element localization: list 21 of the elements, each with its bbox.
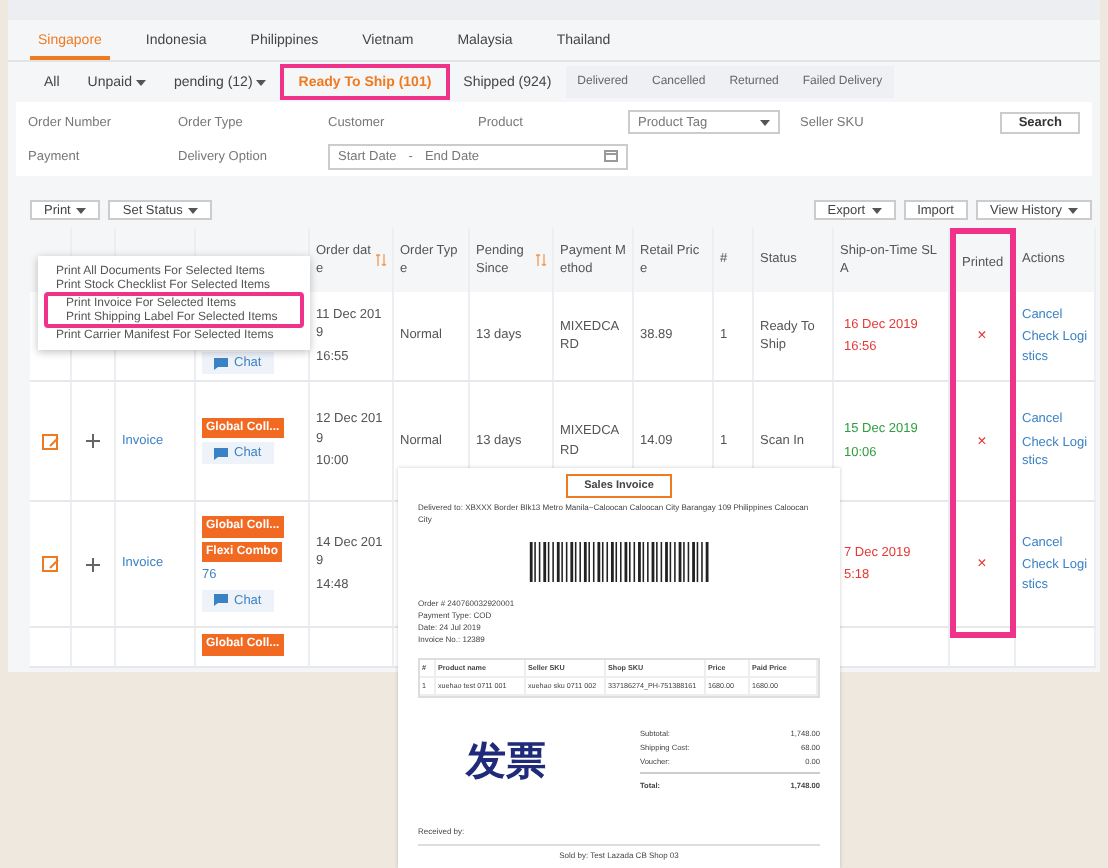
- caret-icon: [871, 207, 882, 213]
- note-icon[interactable]: [41, 433, 59, 449]
- sort-icon: [376, 254, 386, 266]
- caret-icon: [1068, 207, 1078, 213]
- caret-icon: [256, 79, 267, 85]
- plus-icon[interactable]: [86, 434, 100, 448]
- chat-icon: [214, 594, 228, 607]
- caret-icon: [76, 207, 87, 213]
- note-icon[interactable]: [41, 556, 59, 572]
- not-printed-mark: ×: [977, 429, 987, 453]
- chat-icon: [214, 357, 228, 369]
- not-printed-mark: ×: [977, 552, 987, 576]
- chat-icon: [214, 447, 228, 460]
- caret-icon: [188, 207, 199, 213]
- caret-icon: [760, 119, 770, 125]
- not-printed-mark: ×: [977, 324, 987, 348]
- caret-icon: [135, 79, 146, 85]
- sort-icon: [536, 254, 546, 266]
- plus-icon[interactable]: [86, 557, 100, 571]
- calendar-icon: [604, 150, 618, 162]
- invoice-heading: 发票: [466, 733, 546, 788]
